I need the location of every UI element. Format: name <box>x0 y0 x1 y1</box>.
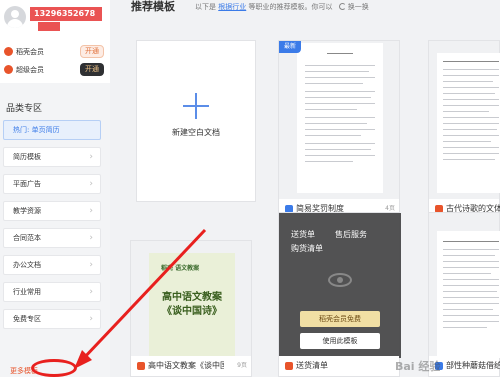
tag-after-sales: 售后服务 <box>335 230 367 239</box>
docer-brand-label: 稻壳 语文教案 <box>161 265 200 272</box>
preview-eye-icon[interactable] <box>328 273 352 287</box>
new-blank-document-label: 新建空白文档 <box>172 128 220 137</box>
recommend-subtitle: 以下是 根据行业 等职业的推荐模板。你可以 换一换 <box>195 2 369 12</box>
chevron-right-icon: › <box>89 314 93 324</box>
refresh-button[interactable]: 换一换 <box>348 3 369 11</box>
super-vip-row: 超级会员 开通 <box>4 63 106 77</box>
sidebar-item-teaching[interactable]: 教学资源 › <box>3 201 101 221</box>
template-card-hovered[interactable]: 送货单 售后服务 购货清单 稻壳会员免费 使用此模板 送货清单 <box>278 212 401 377</box>
user-panel: 13296352678 稻壳会员 开通 超级会员 开通 <box>0 0 110 83</box>
template-thumbnail <box>437 53 500 193</box>
user-phone: 13296352678 <box>30 7 102 21</box>
sidebar-item-hot-resume[interactable]: 热门: 单页简历 <box>3 120 101 140</box>
thumbnail-title-1: 高中语文教案 <box>162 292 222 303</box>
chevron-right-icon: › <box>89 233 93 243</box>
sidebar-item-free-zone[interactable]: 免费专区 › <box>3 309 101 329</box>
sidebar-item-print-ads[interactable]: 平面广告 › <box>3 174 101 194</box>
tag-purchase-list: 购货清单 <box>291 244 323 253</box>
doc-icon <box>285 362 293 370</box>
chevron-right-icon: › <box>89 206 93 216</box>
docer-vip-open-button[interactable]: 开通 <box>80 45 104 58</box>
template-card[interactable]: 古代诗歌的文体特征 <box>428 40 500 220</box>
template-title: 高中语文教案《谈中国诗》 <box>148 361 224 370</box>
super-vip-open-button[interactable]: 开通 <box>80 63 104 76</box>
tag-delivery-note: 送货单 <box>291 230 315 239</box>
template-pages: 9页 <box>237 362 247 369</box>
highlight-ellipse <box>31 359 77 377</box>
industry-link[interactable]: 根据行业 <box>218 3 246 11</box>
chevron-right-icon: › <box>89 152 93 162</box>
sidebar-item-industry[interactable]: 行业常用 › <box>3 282 101 302</box>
avatar[interactable] <box>4 6 26 28</box>
thumbnail-title-2: 《谈中国诗》 <box>162 306 222 317</box>
main-content: 推荐模板 以下是 根据行业 等职业的推荐模板。你可以 换一换 新建空白文档 最新… <box>110 0 500 377</box>
template-card[interactable]: 稻壳 语文教案 高中语文教案 《谈中国诗》 高中语文教案《谈中国诗》 9页 <box>130 240 252 377</box>
template-hover-overlay: 送货单 售后服务 购货清单 稻壳会员免费 使用此模板 <box>279 213 401 358</box>
docer-vip-label: 稻壳会员 <box>16 48 44 56</box>
new-blank-document-card[interactable]: 新建空白文档 <box>136 40 256 202</box>
chevron-right-icon: › <box>89 179 93 189</box>
sidebar: 13296352678 稻壳会员 开通 超级会员 开通 品类专区 热门: 单页简… <box>0 0 110 377</box>
template-card[interactable]: 部性种蘑菇借给我们 <box>428 212 500 377</box>
subtitle-suffix: 等职业的推荐模板。你可以 <box>248 3 333 11</box>
template-card-footer: 送货清单 <box>279 356 399 376</box>
sidebar-item-resume[interactable]: 简历模板 › <box>3 147 101 167</box>
template-card-footer: 高中语文教案《谈中国诗》 9页 <box>131 356 251 376</box>
sidebar-item-label: 热门: 单页简历 <box>13 126 60 134</box>
template-title: 部性种蘑菇借给我们 <box>446 361 500 370</box>
chevron-right-icon: › <box>89 260 93 270</box>
sidebar-item-label: 简历模板 <box>13 153 41 161</box>
sidebar-item-label: 教学资源 <box>13 207 41 215</box>
template-thumbnail: 稻壳 语文教案 高中语文教案 《谈中国诗》 <box>149 253 235 358</box>
template-title: 送货清单 <box>296 361 328 370</box>
template-card[interactable]: 最新 简易奖罚制度 4页 <box>278 40 400 220</box>
watermark: Bai 经验 <box>395 360 441 373</box>
page-title: 推荐模板 <box>131 0 175 13</box>
doc-icon <box>137 362 145 370</box>
template-thumbnail <box>437 231 500 358</box>
super-vip-label: 超级会员 <box>16 66 44 74</box>
refresh-icon[interactable] <box>338 3 346 10</box>
redacted-mark <box>38 22 60 31</box>
docer-vip-icon <box>4 47 13 56</box>
sidebar-item-label: 行业常用 <box>13 288 41 296</box>
docer-vip-free-button[interactable]: 稻壳会员免费 <box>300 311 380 327</box>
sidebar-item-label: 免费专区 <box>13 315 41 323</box>
sidebar-item-office-docs[interactable]: 办公文档 › <box>3 255 101 275</box>
new-badge: 最新 <box>279 41 301 53</box>
sidebar-item-contracts[interactable]: 合同范本 › <box>3 228 101 248</box>
sidebar-item-label: 合同范本 <box>13 234 41 242</box>
template-thumbnail <box>297 43 383 193</box>
chevron-right-icon: › <box>89 287 93 297</box>
super-vip-icon <box>4 65 13 74</box>
subtitle-prefix: 以下是 <box>195 3 216 11</box>
sidebar-item-label: 办公文档 <box>13 261 41 269</box>
category-title: 品类专区 <box>6 104 43 114</box>
docer-vip-row: 稻壳会员 开通 <box>4 45 106 59</box>
use-template-button[interactable]: 使用此模板 <box>300 333 380 349</box>
plus-icon-bar <box>183 105 209 107</box>
sidebar-item-label: 平面广告 <box>13 180 41 188</box>
